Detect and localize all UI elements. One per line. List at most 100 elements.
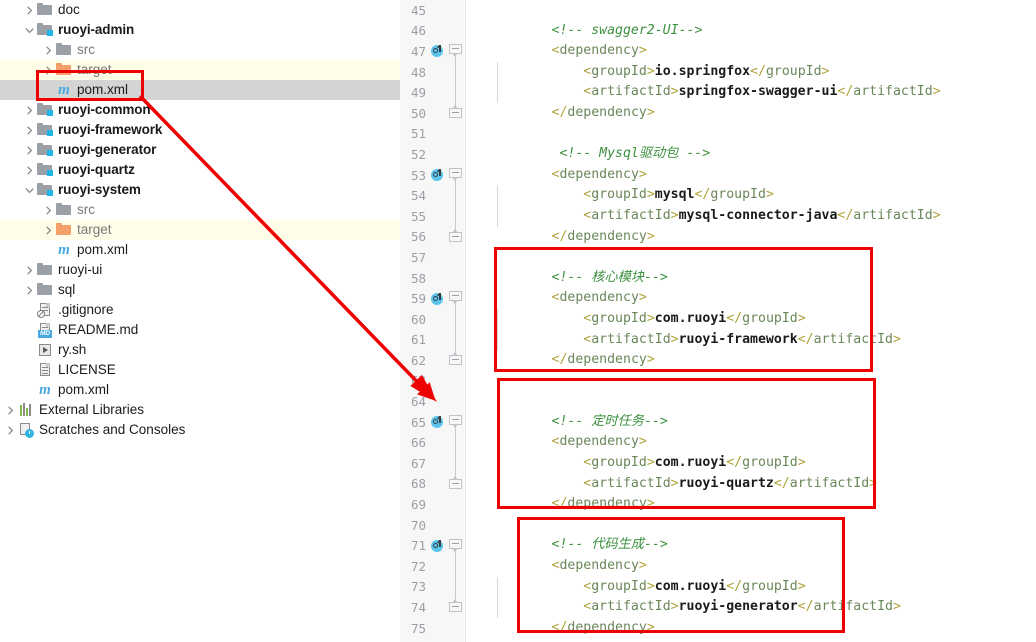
chevron-right-icon[interactable] [42,224,55,237]
chevron-down-icon[interactable] [23,24,36,37]
tree-item-readme-md[interactable]: MD README.md [0,320,400,340]
chevron-right-icon[interactable] [42,44,55,57]
tree-item-sql[interactable]: sql [0,280,400,300]
code-line[interactable]: <dependency> [488,165,1036,186]
fold-region-end-icon[interactable] [449,228,462,242]
fold-collapse-icon[interactable] [449,44,462,58]
code-token-punct: > [638,43,647,59]
tree-item-ruoyi-admin[interactable]: ruoyi-admin [0,20,400,40]
tree-item-pom-xml[interactable]: m pom.xml [0,240,400,260]
code-token-tag: dependency [567,619,647,635]
tree-item-src[interactable]: src [0,200,400,220]
tree-item-gitignore[interactable]: .gitignore [0,300,400,320]
code-line[interactable]: <dependency> [488,432,1036,453]
fold-region-end-icon[interactable] [449,105,462,118]
code-line[interactable]: <artifactId>springfox-swagger-ui</artifa… [488,82,1036,103]
code-line[interactable]: </dependency> [488,350,1036,371]
tree-item-ruoyi-system[interactable]: ruoyi-system [0,180,400,200]
code-token-punct: > [638,166,647,182]
code-line[interactable]: <dependency> [488,41,1036,62]
chevron-right-icon[interactable] [4,424,17,437]
fold-region-end-icon[interactable] [449,475,462,489]
fold-region-end-icon[interactable] [449,599,462,613]
tree-item-ruoyi-common[interactable]: ruoyi-common [0,100,400,120]
code-line[interactable] [488,124,1036,145]
chevron-right-icon[interactable] [4,404,17,417]
fold-region-end-icon[interactable] [449,352,462,366]
code-line[interactable]: <dependency> [488,556,1036,577]
code-line[interactable]: <!-- swagger2-UI--> [488,21,1036,42]
chevron-right-icon[interactable] [23,4,36,17]
code-line[interactable]: <artifactId>ruoyi-quartz</artifactId> [488,473,1036,495]
code-line[interactable]: <groupId>mysql</groupId> [488,185,1036,206]
tree-item-ruoyi-quartz[interactable]: ruoyi-quartz [0,160,400,180]
ide-window: doc ruoyi-admin src target m pom.xml ruoyi-com… [0,0,1036,642]
editor-gutter[interactable]: 45 46 47 48 49 50 51 52 53 54 55 56 57 58 59 60 61 62 63 64… [400,0,466,642]
tree-item-target[interactable]: target [0,220,400,240]
chevron-right-icon[interactable] [42,204,55,217]
code-line[interactable] [488,391,1036,412]
chevron-right-icon[interactable] [23,104,36,117]
code-line[interactable]: <groupId>io.springfox</groupId> [488,61,1036,83]
tree-item-ruoyi-ui[interactable]: ruoyi-ui [0,260,400,280]
tree-item-external-libraries[interactable]: External Libraries [0,400,400,420]
code-token-punct: > [670,84,679,100]
chevron-right-icon[interactable] [42,64,55,77]
code-line[interactable]: <groupId>com.ruoyi</groupId> [488,576,1036,598]
override-method-icon[interactable] [431,539,445,553]
override-method-icon[interactable] [431,168,445,182]
code-line[interactable] [488,515,1036,536]
code-line[interactable]: <!-- 核心模块--> [488,268,1036,289]
tree-item-license[interactable]: LICENSE [0,360,400,380]
fold-collapse-icon[interactable] [449,538,462,552]
chevron-right-icon[interactable] [23,164,36,177]
project-tool-window[interactable]: doc ruoyi-admin src target m pom.xml ruoyi-com… [0,0,400,642]
code-line[interactable]: <dependency> [488,288,1036,309]
code-line[interactable]: <!-- 定时任务--> [488,412,1036,433]
line-number: 47 [410,43,426,59]
chevron-right-icon[interactable] [23,124,36,137]
chevron-down-icon[interactable] [23,184,36,197]
editor-code-area[interactable]: <!-- swagger2-UI--> <dependency> <groupI… [466,0,1036,642]
fold-collapse-icon[interactable] [449,415,462,428]
code-line[interactable]: </dependency> [488,618,1036,639]
code-line[interactable]: <groupId>com.ruoyi</groupId> [488,308,1036,330]
chevron-right-icon[interactable] [23,144,36,157]
tree-item-pom-xml[interactable]: m pom.xml [0,380,400,400]
code-line[interactable]: <!-- 代码生成--> [488,535,1036,556]
tree-item-ruoyi-framework[interactable]: ruoyi-framework [0,120,400,140]
code-line[interactable] [488,247,1036,268]
tree-item-ry-sh[interactable]: ry.sh [0,340,400,360]
module-folder-icon [37,122,53,138]
line-number: 69 [410,497,426,513]
fold-collapse-icon[interactable] [449,291,462,305]
code-line[interactable] [488,0,1036,21]
code-line[interactable]: <artifactId>ruoyi-generator</artifactId> [488,597,1036,618]
code-line[interactable]: <artifactId>ruoyi-framework</artifactId> [488,329,1036,351]
code-editor[interactable]: 45 46 47 48 49 50 51 52 53 54 55 56 57 58 59 60 61 62 63 64… [400,0,1036,642]
override-method-icon[interactable] [431,415,445,429]
code-line[interactable]: </dependency> [488,227,1036,248]
chevron-right-icon[interactable] [23,284,36,297]
code-line[interactable]: <!-- Mysql驱动包 --> [488,144,1036,165]
override-method-icon[interactable] [431,44,445,58]
tree-item-target[interactable]: target [0,60,400,80]
tree-item-pom-xml[interactable]: m pom.xml [0,80,400,100]
code-token-punct: </ [773,475,790,491]
chevron-right-icon[interactable] [23,264,36,277]
tree-item-src[interactable]: src [0,40,400,60]
fold-collapse-icon[interactable] [449,167,462,181]
tree-item-scratches-and-consoles[interactable]: Scratches and Consoles [0,420,400,440]
tree-item-doc[interactable]: doc [0,0,400,20]
code-folding-strip[interactable] [447,0,465,642]
code-line[interactable]: </dependency> [488,494,1036,515]
line-number: 67 [410,455,426,471]
tree-item-ruoyi-generator[interactable]: ruoyi-generator [0,140,400,160]
code-line[interactable] [488,371,1036,392]
code-line[interactable]: <artifactId>mysql-connector-java</artifa… [488,205,1036,227]
code-line[interactable]: </dependency> [488,103,1036,124]
override-method-icon[interactable] [431,292,445,306]
code-line[interactable]: <groupId>com.ruoyi</groupId> [488,453,1036,474]
